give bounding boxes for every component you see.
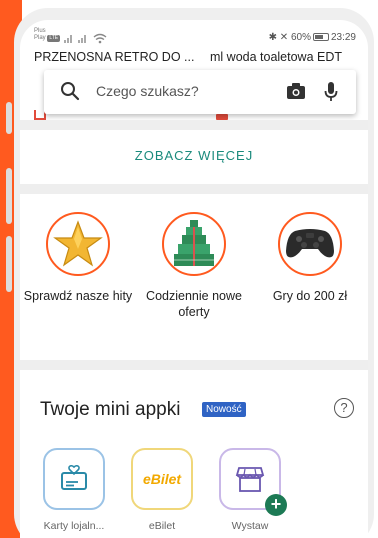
loyalty-card-icon [61, 464, 87, 490]
new-badge: Nowość [202, 402, 246, 417]
mini-app-ebilet[interactable]: eBilet eBilet [130, 448, 194, 532]
promo-circle[interactable] [46, 212, 110, 276]
carrier-info: Plus Play LTE [34, 28, 61, 42]
mini-app-tile[interactable]: + [219, 448, 287, 516]
mini-app-tile[interactable] [43, 448, 105, 510]
add-icon[interactable]: + [265, 494, 287, 516]
section-divider [20, 360, 368, 370]
mini-app-wystaw[interactable]: + Wystaw [218, 448, 287, 532]
mini-app-name: Karty lojaln... [43, 520, 105, 532]
app-screen: Plus Play LTE ✱ ✕ 60% 23:29 PRZENOSNA RET… [20, 20, 368, 538]
recent-search-item[interactable]: ml woda toaletowa EDT [210, 50, 342, 64]
signal-wifi-icon [64, 32, 108, 47]
see-more-link[interactable]: ZOBACZ WIĘCEJ [20, 148, 368, 163]
phone-side-button [6, 168, 12, 224]
promo-label: Gry do 200 zł [272, 289, 348, 303]
promo-circle[interactable] [162, 212, 226, 276]
phone-side-button [6, 102, 12, 134]
battery-percent: 60% [290, 32, 311, 43]
carrier-name: Plus [34, 28, 46, 34]
shop-icon [235, 467, 265, 492]
promo-circle[interactable] [278, 212, 342, 276]
status-right: ✱ ✕ 60% 23:29 [269, 32, 356, 43]
promo-label: Sprawdź nasze hity [23, 289, 133, 303]
promo-tile[interactable]: Codziennie nowe oferty [136, 212, 252, 320]
search-placeholder[interactable]: Czego szukasz? [96, 83, 199, 99]
mini-app-loyalty-cards[interactable]: Karty lojaln... [42, 448, 106, 532]
battery-icon [312, 33, 329, 41]
gift-tree-icon [174, 220, 214, 266]
mute-icon: ✕ [279, 32, 289, 43]
recent-search-item[interactable]: PRZENOSNA RETRO DO ... [34, 50, 194, 64]
help-icon[interactable]: ? [334, 398, 354, 418]
network-tag: LTE [47, 35, 61, 42]
search-bar[interactable]: Czego szukasz? [44, 70, 356, 114]
camera-icon[interactable] [286, 82, 306, 105]
mini-app-tile[interactable]: eBilet [131, 448, 193, 510]
clock: 23:29 [330, 32, 356, 43]
search-icon[interactable] [60, 81, 80, 106]
status-bar: Plus Play LTE ✱ ✕ 60% 23:29 [34, 28, 356, 48]
gamepad-icon [286, 229, 334, 258]
section-divider [20, 120, 368, 130]
microphone-icon[interactable] [324, 81, 338, 108]
mini-apps-title: Twoje mini appki [40, 399, 181, 420]
phone-side-button [6, 236, 12, 292]
mini-app-name: eBilet [148, 520, 176, 532]
section-divider [20, 184, 368, 194]
promo-label: Codziennie nowe oferty [146, 289, 242, 319]
recent-searches-strip: PRZENOSNA RETRO DO ... ml woda toaletowa… [20, 50, 368, 66]
carrier-name: Play [34, 35, 46, 41]
mini-app-name: Wystaw [231, 520, 269, 532]
star-icon [53, 220, 103, 267]
bluetooth-icon: ✱ [268, 32, 277, 43]
promo-tile[interactable]: Sprawdź nasze hity [20, 212, 136, 304]
ebilet-logo: eBilet [142, 471, 182, 487]
promo-tile[interactable]: Gry do 200 zł [252, 212, 368, 304]
